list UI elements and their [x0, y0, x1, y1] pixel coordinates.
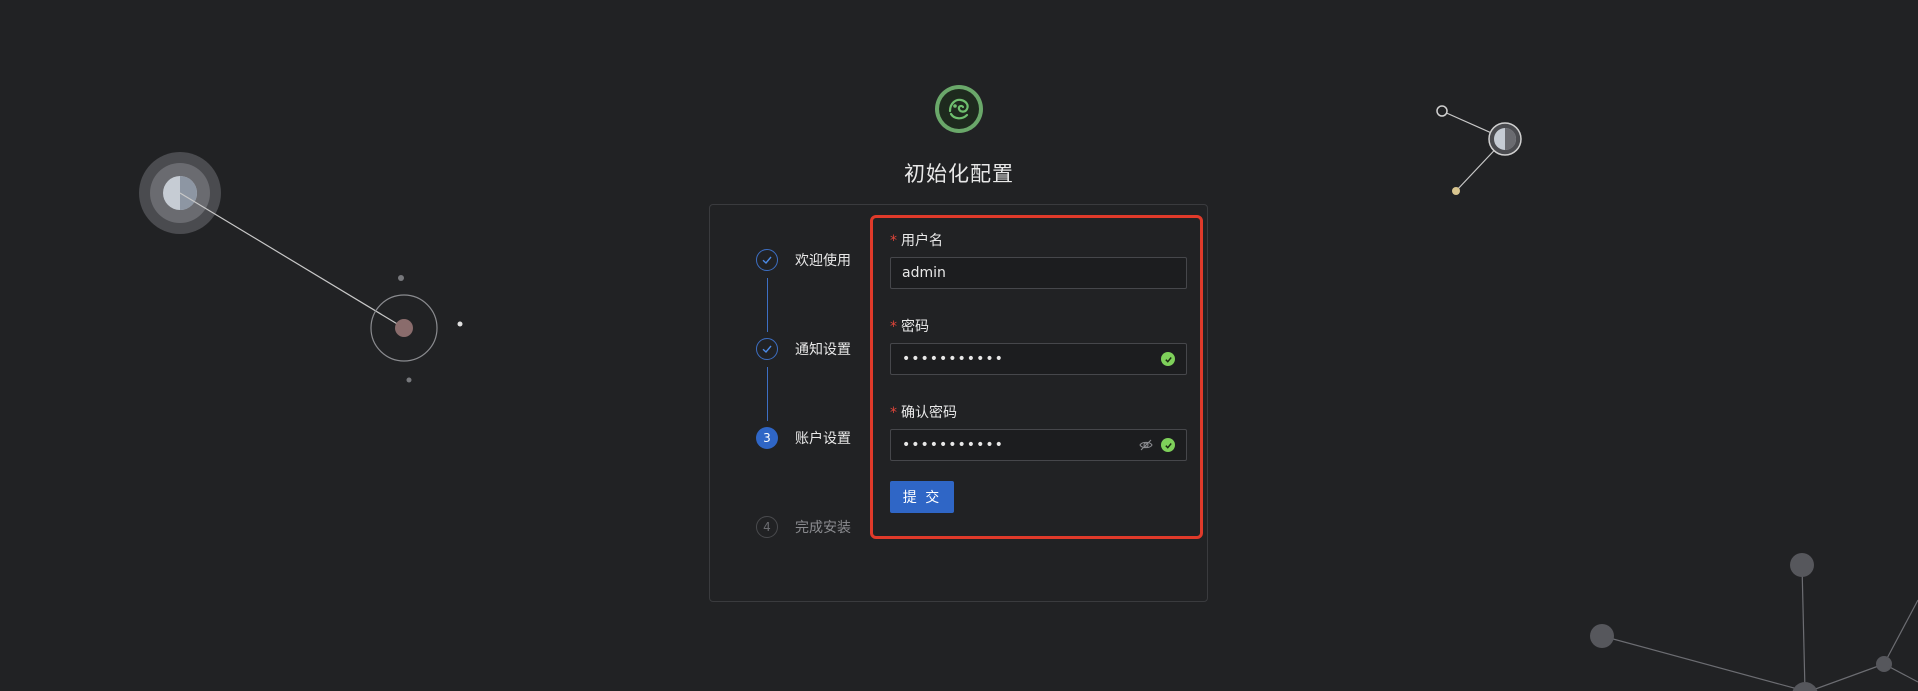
page-title: 初始化配置 [904, 162, 1014, 186]
check-circle-icon [1161, 438, 1175, 452]
step-connector [767, 367, 768, 421]
step-label: 完成安装 [795, 520, 851, 536]
dragon-logo-icon [948, 98, 969, 120]
confirm-password-input[interactable]: ••••••••••• [890, 429, 1187, 461]
setup-steps: 欢迎使用 通知设置 3 账户设置 4 完成安装 [756, 248, 866, 548]
step-finish[interactable]: 4 完成安装 [756, 515, 851, 539]
required-mark: * [890, 319, 897, 335]
confirm-password-label: * 确认密码 [890, 405, 957, 421]
step-label: 账户设置 [795, 431, 851, 447]
username-input[interactable]: admin [890, 257, 1187, 289]
step-notification[interactable]: 通知设置 [756, 337, 851, 361]
account-form: * 用户名 admin * 密码 ••••••••••• * 确认密码 •••••••… [870, 215, 1203, 539]
eye-off-icon[interactable] [1139, 438, 1153, 452]
step-label: 通知设置 [795, 342, 851, 358]
submit-button[interactable]: 提 交 [890, 481, 954, 513]
confirm-password-value: ••••••••••• [902, 437, 1004, 453]
step-label: 欢迎使用 [795, 253, 851, 269]
check-circle-icon [1161, 352, 1175, 366]
password-input[interactable]: ••••••••••• [890, 343, 1187, 375]
step-number: 4 [756, 516, 778, 538]
username-label: * 用户名 [890, 233, 943, 249]
required-mark: * [890, 405, 897, 421]
app-logo [935, 85, 983, 133]
required-mark: * [890, 233, 897, 249]
step-welcome[interactable]: 欢迎使用 [756, 248, 851, 272]
step-account[interactable]: 3 账户设置 [756, 426, 851, 450]
password-label: * 密码 [890, 319, 929, 335]
check-icon [756, 338, 778, 360]
check-icon [756, 249, 778, 271]
step-number: 3 [756, 427, 778, 449]
step-connector [767, 278, 768, 332]
password-value: ••••••••••• [902, 351, 1004, 367]
username-value: admin [902, 265, 946, 281]
